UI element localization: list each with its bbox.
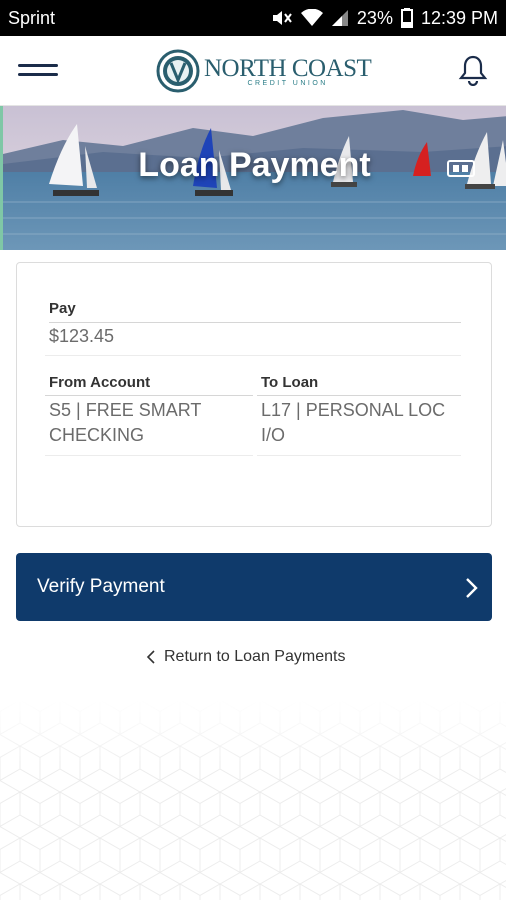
logo-mark-icon [156,49,200,93]
verify-payment-button[interactable]: Verify Payment [16,553,492,621]
to-loan-label: To Loan [261,374,319,391]
mute-icon [272,11,292,25]
pay-label: Pay [49,300,76,317]
battery-icon [400,8,413,28]
logo-name: NORTH COAST [204,54,372,82]
wifi-icon [300,9,323,26]
menu-icon[interactable] [18,60,60,82]
divider [45,355,461,356]
payment-form-card: Pay $123.45 From Account S5 | FREE SMART… [16,262,492,527]
logo: NORTH COAST CREDIT UNION [156,44,372,98]
verify-payment-label: Verify Payment [37,576,165,597]
carrier-label: Sprint [8,7,56,28]
page-title: Loan Payment [138,146,371,184]
status-icons: 23% 12:39 PM [271,8,498,29]
chevron-right-icon [466,578,478,598]
app-header: NORTH COAST CREDIT UNION [0,36,506,106]
return-to-loan-payments-link[interactable]: Return to Loan Payments [146,646,345,668]
divider [45,395,253,396]
return-link-label: Return to Loan Payments [164,648,346,665]
chevron-left-icon [146,650,155,664]
divider [257,395,461,396]
from-account-select[interactable]: S5 | FREE SMART CHECKING [49,398,253,448]
clock: 12:39 PM [420,7,498,28]
camera-icon[interactable] [447,158,475,178]
pay-amount-field[interactable]: $123.45 [49,324,114,349]
background-pattern [0,700,506,900]
hero-banner: Loan Payment [0,106,506,250]
battery-percent: 23% [356,7,393,28]
divider [49,322,461,323]
status-bar: Sprint 23% 12:39 PM [0,0,506,36]
to-loan-select[interactable]: L17 | PERSONAL LOC I/O [261,398,461,448]
divider [45,455,253,456]
signal-icon [331,10,348,26]
logo-subtitle: CREDIT UNION [247,79,328,87]
from-account-label: From Account [49,374,151,391]
notification-bell-icon[interactable] [458,54,488,86]
divider [257,455,461,456]
